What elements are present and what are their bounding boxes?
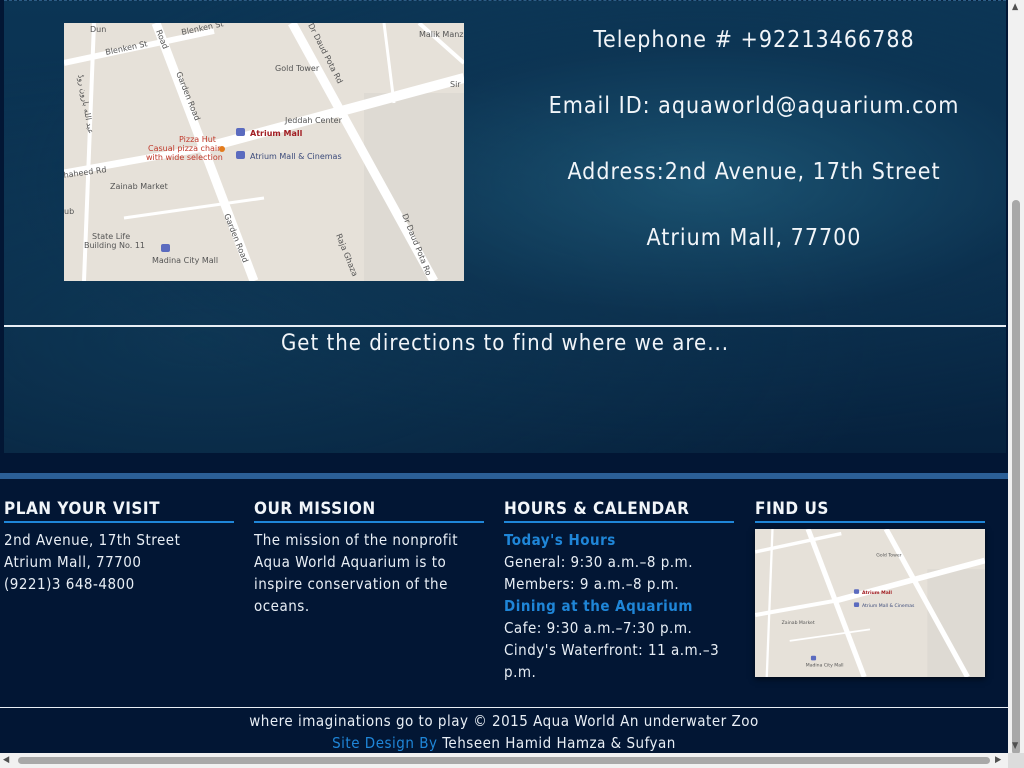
- map-graphic: Atrium Mall Atrium Mall & Cinemas Gold T…: [755, 529, 985, 677]
- plan-address-line: Atrium Mall, 77700: [4, 553, 142, 571]
- vertical-scrollbar[interactable]: ▲ ▼: [1008, 0, 1024, 768]
- map-label: Madina City Mall: [152, 256, 218, 265]
- site-credit: Site Design By Tehseen Hamid Hamza & Suf…: [0, 732, 1008, 754]
- copyright-text: where imaginations go to play © 2015 Aqu…: [249, 712, 759, 730]
- map-label: Zainab Market: [110, 182, 168, 191]
- scroll-down-arrow-icon[interactable]: ▼: [1012, 742, 1018, 751]
- directions-link[interactable]: Get the directions to find where we are.…: [4, 331, 1006, 356]
- vertical-scrollbar-thumb[interactable]: [1012, 200, 1020, 755]
- map-label: Atrium Mall & Cinemas: [250, 152, 342, 161]
- horizontal-scrollbar-thumb[interactable]: [18, 757, 990, 764]
- dining-heading: Dining at the Aquarium: [504, 597, 693, 615]
- plan-address-line: 2nd Avenue, 17th Street: [4, 531, 181, 549]
- hours-members: Members: 9 a.m.–8 p.m.: [504, 575, 680, 593]
- section-divider: [4, 325, 1006, 327]
- site-credit-names: Tehseen Hamid Hamza & Sufyan: [442, 734, 676, 752]
- map-label: Atrium Mall: [862, 590, 892, 596]
- copyright-block: where imaginations go to play © 2015 Aqu…: [0, 710, 1008, 754]
- map-label: Zainab Market: [782, 620, 815, 626]
- find-us-heading: FIND US: [755, 499, 985, 523]
- hours-heading: HOURS & CALENDAR: [504, 499, 734, 523]
- map-graphic: Dun Blenken St Blenken St Road Garden Ro…: [64, 23, 464, 281]
- scrollbar-corner: [1008, 753, 1024, 768]
- map-label: Jeddah Center: [284, 116, 343, 125]
- map-label: Casual pizza chain: [148, 144, 222, 153]
- hours-column: HOURS & CALENDAR Today's Hours General: …: [504, 499, 734, 683]
- mission-heading: OUR MISSION: [254, 499, 484, 523]
- map-label: Sir: [450, 80, 461, 89]
- map-label: Gold Tower: [275, 64, 320, 73]
- email[interactable]: Email ID: aquaworld@aquarium.com: [524, 93, 984, 119]
- mission-text: The mission of the nonprofit Aqua World …: [254, 531, 459, 615]
- find-us-column: FIND US Atrium Mall Atrium Mall & Cinema…: [755, 499, 985, 677]
- hours-cafe: Cafe: 9:30 a.m.–7:30 p.m.: [504, 619, 693, 637]
- horizontal-scrollbar[interactable]: ◀ ▶: [0, 753, 1008, 768]
- map-label: Madina City Mall: [806, 663, 844, 669]
- map-label: Malik Manzil: [419, 30, 464, 39]
- contact-section: Dun Blenken St Blenken St Road Garden Ro…: [4, 0, 1006, 453]
- map-label: Gold Tower: [876, 553, 901, 559]
- footer: PLAN YOUR VISIT 2nd Avenue, 17th Street …: [0, 479, 1008, 753]
- hours-cindy: Cindy's Waterfront: 11 a.m.–3 p.m.: [504, 641, 720, 681]
- map-label: Atrium Mall: [250, 129, 303, 138]
- plan-visit-heading: PLAN YOUR VISIT: [4, 499, 234, 523]
- address-mall: Atrium Mall, 77700: [646, 225, 862, 251]
- map-label: State Life: [92, 232, 130, 241]
- todays-hours-heading: Today's Hours: [504, 531, 616, 549]
- location-map[interactable]: Dun Blenken St Blenken St Road Garden Ro…: [64, 23, 464, 281]
- map-label: Atrium Mall & Cinemas: [862, 603, 915, 609]
- map-label: Dun: [90, 25, 106, 34]
- plan-visit-column: PLAN YOUR VISIT 2nd Avenue, 17th Street …: [4, 499, 234, 595]
- address: Address:2nd Avenue, 17th Street: [567, 159, 941, 185]
- telephone: Telephone # +92213466788: [593, 27, 915, 53]
- footer-divider: [0, 707, 1008, 708]
- plan-phone: (9221)3 648-4800: [4, 575, 135, 593]
- scroll-right-arrow-icon[interactable]: ▶: [995, 756, 1001, 765]
- map-label: ub: [64, 207, 74, 216]
- map-label: Building No. 11: [84, 241, 145, 250]
- find-us-map[interactable]: Atrium Mall Atrium Mall & Cinemas Gold T…: [755, 529, 985, 677]
- site-credit-link[interactable]: Site Design By: [332, 734, 437, 752]
- hours-general: General: 9:30 a.m.–8 p.m.: [504, 553, 693, 571]
- scroll-left-arrow-icon[interactable]: ◀: [3, 756, 9, 765]
- map-label: Pizza Hut: [179, 135, 216, 144]
- mission-column: OUR MISSION The mission of the nonprofit…: [254, 499, 484, 617]
- map-label: with wide selection: [146, 153, 223, 162]
- scroll-up-arrow-icon[interactable]: ▲: [1012, 3, 1018, 12]
